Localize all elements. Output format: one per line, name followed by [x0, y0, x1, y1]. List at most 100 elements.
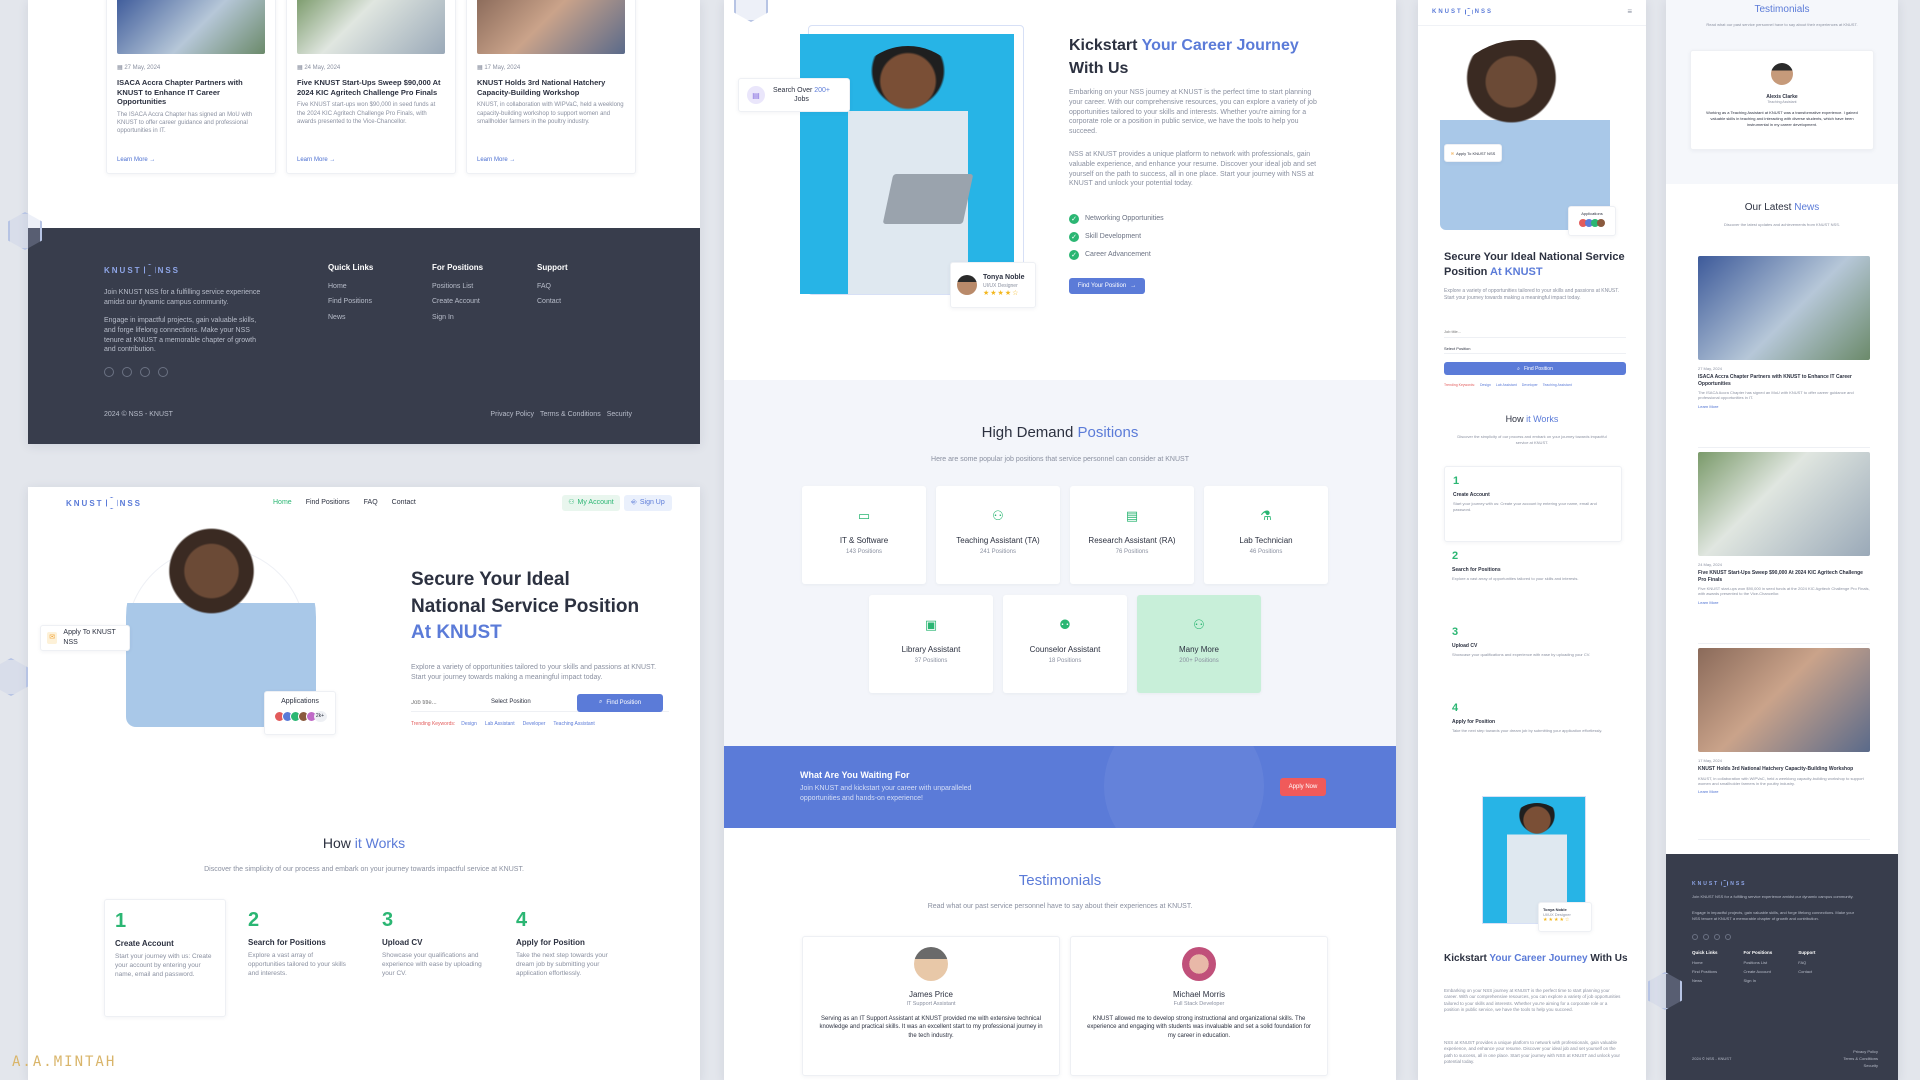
legal-link[interactable]: Security: [1843, 1062, 1878, 1069]
trending-keyword[interactable]: Design: [461, 721, 477, 727]
trending-keyword[interactable]: Lab Assistant: [1496, 383, 1517, 387]
trending-keyword[interactable]: Design: [1480, 383, 1491, 387]
mobile-applications-card: Applications: [1568, 206, 1616, 236]
position-card[interactable]: ⚉ Counselor Assistant 18 Positions: [1003, 595, 1127, 693]
job-title-input[interactable]: [411, 699, 491, 706]
find-your-position-button[interactable]: Find Your Position →: [1069, 278, 1145, 294]
step-number: 1: [115, 910, 127, 932]
trending-keyword[interactable]: Lab Assistant: [485, 721, 515, 727]
nav-link[interactable]: Home: [273, 499, 292, 506]
kickstart-title-accent: Your Career Journey: [1141, 37, 1299, 54]
position-card[interactable]: ▤ Research Assistant (RA) 76 Positions: [1070, 486, 1194, 584]
trending-keyword[interactable]: Teaching Assistant: [1543, 383, 1572, 387]
nav-link[interactable]: Contact: [392, 499, 416, 506]
laptop-shape: [882, 174, 974, 224]
mobile-logo[interactable]: KNUST NSS: [1432, 8, 1493, 16]
learn-more-link[interactable]: Learn More →: [117, 157, 155, 163]
user-icon: ⚇: [568, 499, 575, 507]
position-card[interactable]: ⚗ Lab Technician 46 Positions: [1204, 486, 1328, 584]
trending-keyword[interactable]: Developer: [1522, 383, 1538, 387]
instagram-icon[interactable]: [140, 367, 150, 377]
learn-more-link[interactable]: Learn More →: [297, 157, 335, 163]
mobile-news-accent: News: [1794, 202, 1820, 213]
position-name: Many More: [1178, 645, 1219, 654]
search-jobs-text: Search Over 200+ Jobs: [773, 86, 830, 105]
position-card[interactable]: ⚇ Teaching Assistant (TA) 241 Positions: [936, 486, 1060, 584]
position-select[interactable]: Select Position: [491, 698, 577, 706]
facebook-icon[interactable]: [1692, 934, 1698, 940]
search-icon: ⌕: [598, 699, 603, 705]
learn-more-link[interactable]: Learn More: [1698, 789, 1870, 794]
step-card: 3 Upload CV Showcase your qualifications a…: [372, 899, 494, 1017]
legal-link[interactable]: Privacy Policy: [490, 410, 534, 420]
search-icon: ⌕: [1517, 365, 1520, 372]
footer-link[interactable]: News: [1692, 978, 1718, 983]
footer-link[interactable]: Positions List: [1744, 960, 1773, 965]
instagram-icon[interactable]: [1714, 934, 1720, 940]
footer-link[interactable]: Positions List: [432, 282, 483, 292]
news-excerpt: Five KNUST start-ups won $90,000 in seed…: [1698, 586, 1870, 597]
menu-icon[interactable]: ≡: [1627, 7, 1632, 16]
find-position-button[interactable]: ⌕ Find Position: [577, 693, 663, 712]
trending-keyword[interactable]: Developer: [523, 721, 546, 727]
legal-link[interactable]: Security: [607, 410, 632, 420]
panel-mobile-home: KNUST NSS ≡ ✉ Apply To KNUST NSS Applicati…: [1418, 0, 1646, 1080]
facebook-icon[interactable]: [104, 367, 114, 377]
sign-up-button[interactable]: ⎆ Sign Up: [624, 495, 672, 511]
footer-copyright: 2024 © NSS - KNUST: [104, 411, 173, 418]
mobile-news-subtitle: Discover the latest updates and achievem…: [1724, 222, 1840, 227]
footer-link[interactable]: FAQ: [537, 282, 568, 292]
footer-link[interactable]: Home: [1692, 960, 1718, 965]
footer-link[interactable]: Create Account: [1744, 969, 1773, 974]
mobile-find-position-button[interactable]: ⌕ Find Position: [1444, 362, 1626, 375]
footer-link[interactable]: FAQ: [1798, 960, 1815, 965]
mobile-footer-logo[interactable]: KNUST NSS: [1692, 880, 1747, 887]
learn-more-link[interactable]: Learn More: [1698, 404, 1870, 409]
step-title: Search for Positions: [248, 938, 326, 947]
footer-link[interactable]: Contact: [1798, 969, 1815, 974]
check-icon: ✓: [1069, 232, 1079, 242]
news-date: 24 May, 2024: [1698, 562, 1722, 567]
footer-link[interactable]: Contact: [537, 297, 568, 307]
footer-logo[interactable]: KNUST NSS: [104, 264, 180, 276]
footer-link[interactable]: Find Positions: [328, 297, 373, 307]
document-icon: ▤: [1125, 508, 1139, 523]
step-card: 2 Search for Positions Explore a vast arra…: [238, 899, 360, 1017]
google-icon[interactable]: [158, 367, 168, 377]
mobile-apply-badge[interactable]: ✉ Apply To KNUST NSS: [1444, 144, 1502, 162]
footer-link[interactable]: Home: [328, 282, 373, 292]
apply-now-button[interactable]: Apply Now: [1280, 778, 1326, 796]
footer-link[interactable]: Create Account: [432, 297, 483, 307]
news-title: ISACA Accra Chapter Partners with KNUST …: [117, 78, 243, 107]
google-icon[interactable]: [1725, 934, 1731, 940]
linkedin-icon[interactable]: [1703, 934, 1709, 940]
footer-link[interactable]: Sign In: [432, 313, 483, 323]
nav-logo[interactable]: KNUST NSS: [66, 497, 142, 509]
legal-link[interactable]: Terms & Conditions: [540, 410, 601, 420]
trending-keywords: Trending Keywords: Design Lab Assistant De…: [411, 721, 595, 727]
position-card[interactable]: ▣ Library Assistant 37 Positions: [869, 595, 993, 693]
legal-link[interactable]: Privacy Policy: [1843, 1048, 1878, 1055]
position-card[interactable]: ⚇ Many More 200+ Positions: [1137, 595, 1261, 693]
position-card[interactable]: ▭ IT & Software 143 Positions: [802, 486, 926, 584]
footer-link[interactable]: Find Positions: [1692, 969, 1718, 974]
positions-subtitle: Here are some popular job positions that…: [931, 456, 1189, 463]
learn-more-link[interactable]: Learn More →: [477, 157, 515, 163]
mobile-position-select[interactable]: Select Position: [1444, 346, 1626, 354]
legal-link[interactable]: Terms & Conditions: [1843, 1055, 1878, 1062]
trending-keyword[interactable]: Teaching Assistant: [553, 721, 594, 727]
footer-link[interactable]: News: [328, 313, 373, 323]
footer-col-title: Support: [537, 263, 568, 272]
applicant-avatars: 2k+: [265, 710, 335, 722]
my-account-button[interactable]: ⚇ My Account: [562, 495, 620, 511]
learn-more-link[interactable]: Learn More: [1698, 600, 1870, 605]
nav-link[interactable]: FAQ: [364, 499, 378, 506]
how-subtitle: Discover the simplicity of our process a…: [204, 866, 524, 873]
mobile-job-input[interactable]: [1444, 326, 1626, 338]
positions-row-2: ▣ Library Assistant 37 Positions ⚉ Counselor…: [869, 595, 1261, 693]
nav-link[interactable]: Find Positions: [306, 499, 350, 506]
footer-link[interactable]: Sign In: [1744, 978, 1773, 983]
mobile-kick-p2: NSS at KNUST provides a unique platform …: [1444, 1040, 1621, 1064]
apply-badge[interactable]: ✉ Apply To KNUST NSS: [40, 625, 130, 651]
linkedin-icon[interactable]: [122, 367, 132, 377]
